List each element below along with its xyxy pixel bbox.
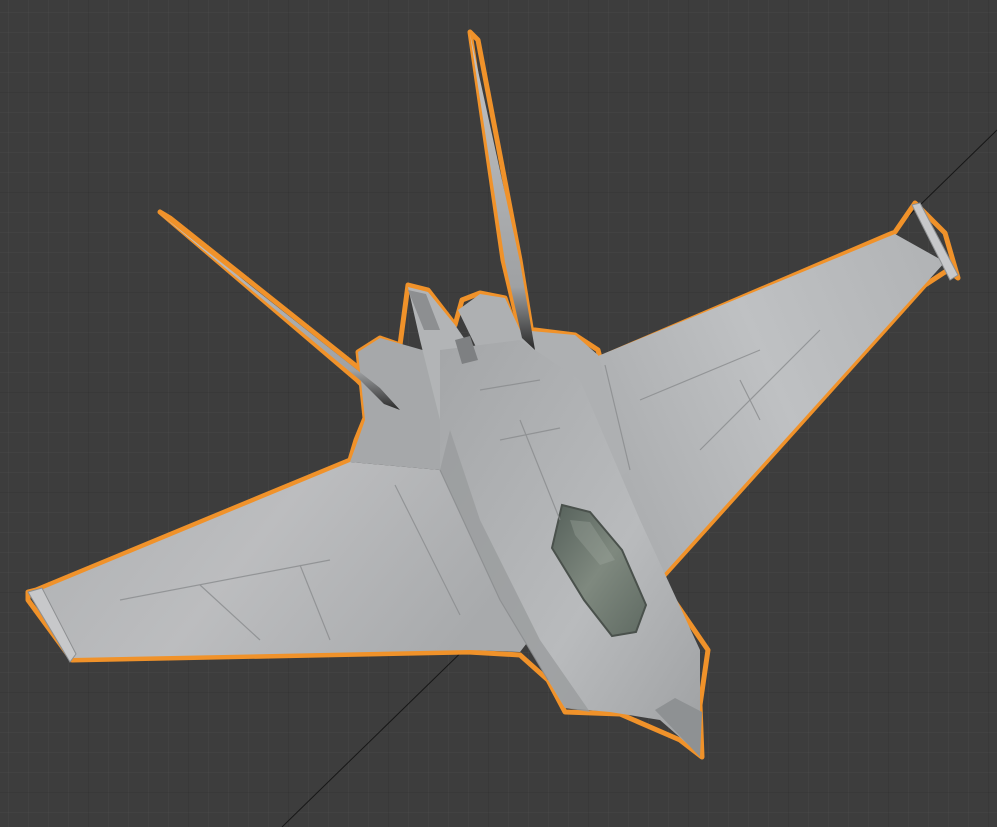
jet-model[interactable] (25, 29, 961, 760)
viewport-canvas[interactable] (0, 0, 997, 827)
left-tail-fin (160, 214, 400, 410)
3d-viewport[interactable] (0, 0, 997, 827)
